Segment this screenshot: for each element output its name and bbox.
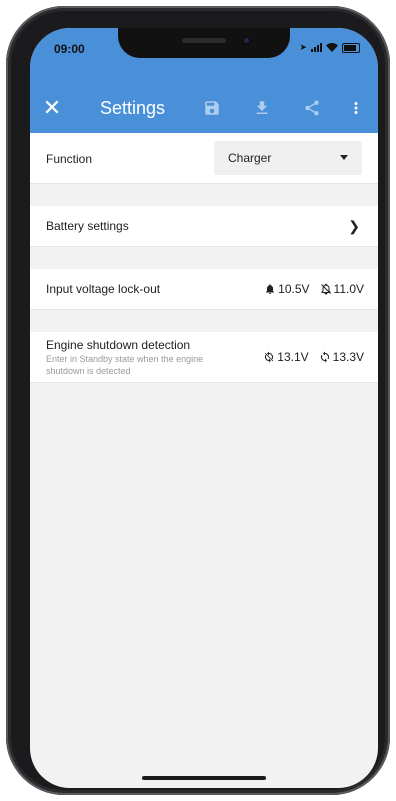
sync-icon (320, 351, 329, 363)
section-gap (30, 184, 378, 206)
engine-high: 13.3V (319, 350, 364, 364)
signal-icon (311, 43, 322, 52)
save-button[interactable] (200, 96, 224, 120)
engine-shutdown-description: Enter in Standby state when the engine s… (46, 354, 204, 376)
dropdown-arrow-icon (340, 155, 348, 160)
engine-shutdown-label: Engine shutdown detection (46, 338, 191, 352)
input-voltage-lockout-label: Input voltage lock-out (46, 282, 161, 296)
bell-off-icon (320, 283, 331, 295)
app-screen: 09:00 ➤ ✕ Settings Function Charger Batt… (30, 28, 378, 788)
status-icons: ➤ (299, 42, 360, 53)
chevron-right-icon: ❯ (348, 218, 360, 234)
save-icon (205, 101, 219, 115)
bell-icon (266, 284, 275, 294)
speaker-grille (182, 38, 226, 43)
close-icon: ✕ (42, 95, 62, 120)
sync-off-icon (264, 351, 274, 363)
lockout-low-value: 10.5V (278, 282, 310, 296)
share-button[interactable] (300, 96, 324, 120)
function-label: Function (46, 152, 93, 166)
download-icon (256, 101, 268, 114)
download-button[interactable] (250, 96, 274, 120)
settings-list: Function Charger Battery settings ❯ Inpu… (30, 133, 378, 383)
engine-low: 13.1V (263, 350, 309, 364)
status-time: 09:00 (54, 42, 85, 56)
location-icon: ➤ (299, 42, 307, 52)
home-indicator[interactable] (142, 776, 266, 780)
phone-notch (118, 28, 290, 58)
engine-shutdown-values: 13.1V 13.3V (263, 350, 364, 364)
lockout-values: 10.5V 11.0V (264, 282, 364, 296)
close-button[interactable]: ✕ (40, 96, 64, 120)
lockout-high: 11.0V (320, 282, 364, 296)
function-row: Function Charger (30, 133, 378, 184)
lockout-high-value: 11.0V (333, 282, 364, 296)
function-select[interactable]: Charger (214, 141, 362, 175)
engine-shutdown-row[interactable]: Engine shutdown detection Enter in Stand… (30, 332, 378, 383)
more-vert-icon (354, 102, 358, 114)
engine-low-value: 13.1V (277, 350, 309, 364)
more-button[interactable] (344, 96, 368, 120)
engine-high-value: 13.3V (332, 350, 364, 364)
battery-settings-row[interactable]: Battery settings ❯ (30, 206, 378, 247)
page-title: Settings (100, 98, 166, 118)
wifi-icon (326, 43, 338, 52)
share-icon (305, 100, 319, 116)
section-gap (30, 247, 378, 269)
front-camera (242, 36, 251, 45)
function-select-value: Charger (228, 151, 272, 165)
battery-status-icon (342, 42, 360, 53)
input-voltage-lockout-row[interactable]: Input voltage lock-out 10.5V 11.0V (30, 269, 378, 310)
lockout-low: 10.5V (264, 282, 310, 296)
battery-settings-label: Battery settings (46, 219, 129, 233)
phone-frame: 09:00 ➤ ✕ Settings Function Charger Batt… (6, 6, 390, 795)
section-gap (30, 310, 378, 332)
